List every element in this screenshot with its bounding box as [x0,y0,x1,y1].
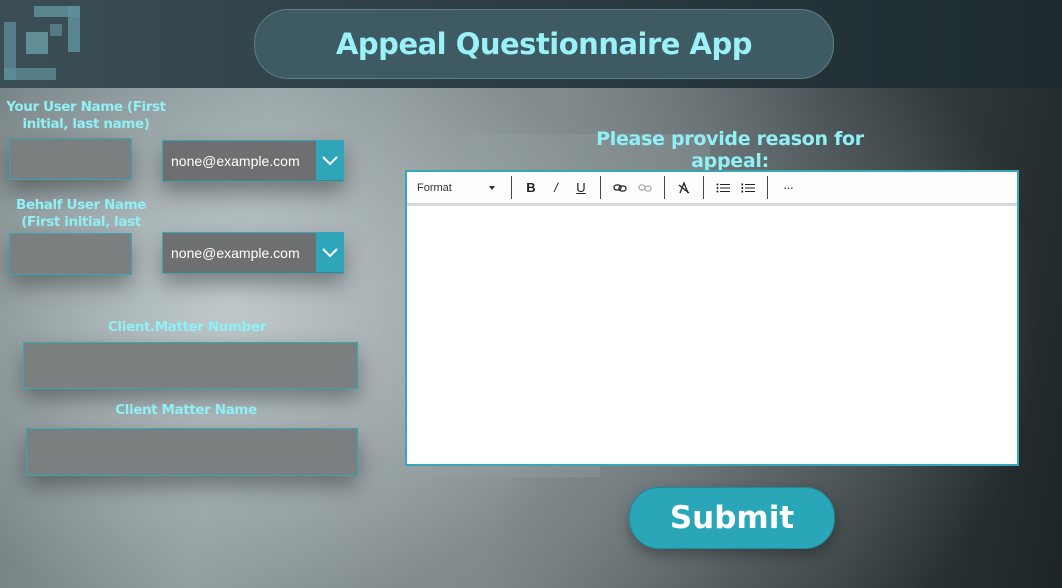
toolbar-divider [511,176,512,199]
numbered-list-button[interactable] [738,172,758,203]
caret-down-icon [489,185,495,190]
bold-button[interactable]: B [521,172,541,203]
more-options-button[interactable]: ··· [777,172,799,203]
reason-label: Please provide reason for appeal: [596,128,864,172]
behalf-user-name-input[interactable] [9,233,132,275]
underline-icon: U [576,180,586,195]
submit-button[interactable]: Submit [629,487,835,549]
submit-label: Submit [669,500,795,536]
unlink-icon [638,183,652,192]
format-dropdown[interactable]: Format [417,172,509,203]
bold-icon: B [526,180,536,195]
toolbar-divider [767,176,768,199]
numbered-list-icon [741,183,755,192]
bulleted-list-button[interactable] [713,172,733,203]
editor-content-area[interactable] [407,206,1017,464]
app-title: Appeal Questionnaire App [335,27,753,61]
toolbar-divider [703,176,704,199]
clear-formatting-button[interactable] [674,172,694,203]
more-icon: ··· [783,180,794,195]
clear-formatting-icon [678,180,690,194]
user-email-value: none@example.com [171,153,300,169]
chevron-down-icon[interactable] [316,141,343,180]
toolbar-divider [664,176,665,199]
italic-button[interactable]: / [546,172,566,203]
user-email-dropdown[interactable]: none@example.com [162,140,344,182]
client-matter-name-label: Client Matter Name [115,402,257,418]
editor-toolbar: Format B / U ··· [407,172,1017,206]
app-title-pill: Appeal Questionnaire App [254,9,834,79]
user-name-input[interactable] [9,138,132,180]
link-icon [613,183,627,192]
underline-button[interactable]: U [571,172,591,203]
remove-link-button[interactable] [635,172,655,203]
behalf-email-dropdown[interactable]: none@example.com [162,232,344,274]
user-name-label: Your User Name (First initial, last name… [6,99,166,132]
client-matter-name-input[interactable] [26,428,358,476]
toolbar-divider [600,176,601,199]
chevron-down-icon[interactable] [316,233,343,272]
client-matter-number-label: Client.Matter Number [108,319,266,335]
app-header: Appeal Questionnaire App [0,0,1062,88]
rich-text-editor[interactable]: Format B / U ··· [405,170,1019,466]
insert-link-button[interactable] [610,172,630,203]
app-logo-icon [4,6,80,80]
italic-icon: / [554,180,558,195]
client-matter-number-input[interactable] [23,342,358,389]
behalf-email-value: none@example.com [171,245,300,261]
format-label: Format [417,181,452,194]
bulleted-list-icon [716,183,730,192]
